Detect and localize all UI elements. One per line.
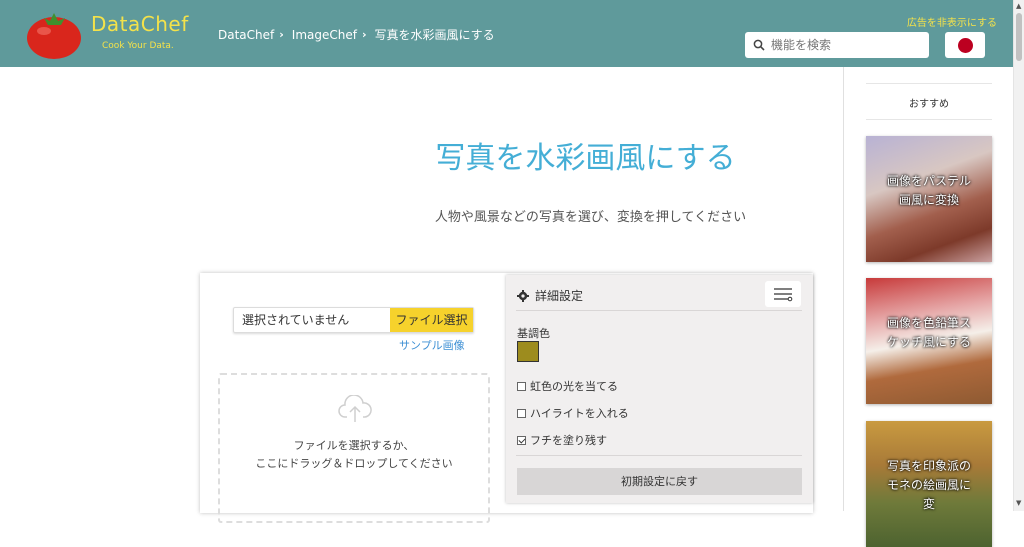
drop-line-2: ここにドラッグ＆ドロップしてください — [255, 457, 453, 470]
file-picker[interactable]: 選択されていません ファイル選択 — [233, 307, 474, 333]
rainbow-light-label: 虹色の光を当てる — [530, 380, 618, 393]
recommend-caption: 写真を印象派のモネの絵画風に変 — [886, 459, 971, 511]
search-box[interactable] — [745, 32, 929, 58]
chevron-right-icon: › — [279, 28, 284, 41]
search-input[interactable] — [771, 38, 921, 52]
rainbow-light-checkbox[interactable] — [517, 381, 526, 391]
base-color-swatch[interactable] — [517, 341, 539, 362]
sidebar-title: おすすめ — [909, 99, 949, 110]
leave-edges-checkbox[interactable] — [517, 435, 526, 445]
sliders-icon — [774, 288, 793, 302]
tomato-logo-icon[interactable] — [26, 8, 82, 60]
base-color-label: 基調色 — [517, 327, 550, 340]
breadcrumb-current[interactable]: 写真を水彩画風にする — [375, 26, 495, 43]
scroll-up-icon[interactable]: ▲ — [1016, 2, 1021, 10]
drop-instructions: ファイルを選択するか、 ここにドラッグ＆ドロップしてください — [220, 437, 488, 473]
breadcrumb: DataChef › ImageChef › 写真を水彩画風にする — [218, 26, 495, 43]
option-rainbow-light[interactable]: 虹色の光を当てる — [517, 378, 618, 394]
cloud-upload-icon — [338, 395, 372, 422]
sidebar-divider — [866, 83, 992, 84]
advanced-settings-panel: 詳細設定 基調色 虹色の光を当てる ハイライトを入れる フチを塗り残す 初期設定 — [506, 275, 813, 503]
highlight-label: ハイライトを入れる — [530, 407, 629, 420]
settings-title: 詳細設定 — [535, 289, 584, 303]
settings-header: 詳細設定 — [517, 287, 583, 304]
page-scrollbar[interactable]: ▲ ▼ — [1013, 0, 1024, 511]
recommend-caption: 画像を色鉛筆スケッチ風にする — [886, 316, 972, 349]
gear-icon — [517, 289, 529, 302]
drop-zone[interactable]: ファイルを選択するか、 ここにドラッグ＆ドロップしてください — [218, 373, 490, 523]
page-subtitle: 人物や風景などの写真を選び、変換を押してください — [434, 210, 747, 225]
logo-tagline: Cook Your Data. — [102, 41, 174, 51]
logo-title[interactable]: DataChef — [91, 12, 189, 36]
page-title: 写真を水彩画風にする — [435, 141, 736, 176]
recommend-item-pastel[interactable]: 画像をパステル画風に変換 — [866, 136, 992, 262]
sample-image-link[interactable]: サンプル画像 — [399, 337, 465, 353]
highlight-checkbox[interactable] — [517, 408, 526, 418]
divider — [516, 455, 802, 456]
recommend-item-monet[interactable]: 写真を印象派のモネの絵画風に変 — [866, 421, 992, 547]
search-icon — [753, 39, 765, 51]
breadcrumb-datachef[interactable]: DataChef — [218, 28, 274, 42]
scroll-down-icon[interactable]: ▼ — [1016, 499, 1021, 507]
hide-ads-link[interactable]: 広告を非表示にする — [907, 14, 997, 29]
leave-edges-label: フチを塗り残す — [530, 434, 607, 447]
scroll-thumb[interactable] — [1016, 13, 1022, 61]
option-highlight[interactable]: ハイライトを入れる — [517, 405, 629, 421]
tool-card: 選択されていません ファイル選択 サンプル画像 ファイルを選択するか、 ここにド… — [200, 273, 813, 523]
chevron-right-icon: › — [361, 28, 367, 41]
option-leave-edges[interactable]: フチを塗り残す — [517, 432, 607, 448]
drop-line-1: ファイルを選択するか、 — [293, 439, 415, 452]
divider — [516, 310, 802, 311]
recommend-item-pencil[interactable]: 画像を色鉛筆スケッチ風にする — [866, 278, 992, 404]
settings-menu-button[interactable] — [765, 281, 801, 307]
breadcrumb-imagechef[interactable]: ImageChef — [292, 28, 357, 42]
language-button[interactable] — [945, 32, 985, 58]
site-header: DataChef Cook Your Data. DataChef › Imag… — [0, 0, 1013, 67]
file-name-field[interactable]: 選択されていません — [234, 308, 390, 332]
recommend-caption: 画像をパステル画風に変換 — [886, 174, 971, 207]
file-select-button[interactable]: ファイル選択 — [390, 308, 473, 332]
sidebar-divider — [866, 119, 992, 120]
reset-defaults-button[interactable]: 初期設定に戻す — [517, 468, 802, 495]
japan-flag-icon — [958, 38, 973, 53]
